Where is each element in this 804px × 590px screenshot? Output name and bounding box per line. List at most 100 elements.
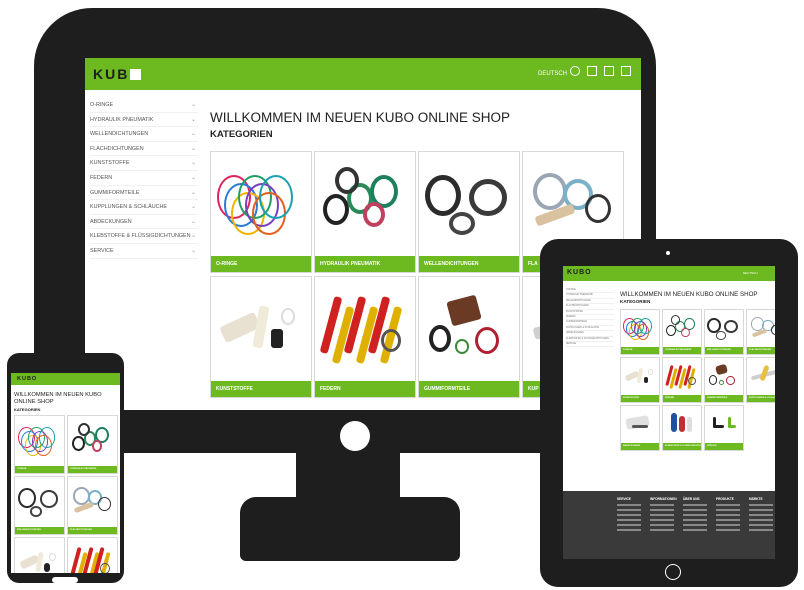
monitor-stand-base xyxy=(240,497,460,561)
category-tile-tablet[interactable]: SERVICE xyxy=(704,405,744,451)
phone-section-title: KATEGORIEN xyxy=(14,407,41,412)
tablet-logo[interactable]: KUBO xyxy=(567,269,592,276)
category-label: KUNSTSTOFFE xyxy=(211,381,311,397)
footer-link[interactable] xyxy=(716,519,740,521)
footer-link[interactable] xyxy=(617,504,641,506)
category-tile-phone[interactable]: WELLENDICHTUNGEN xyxy=(14,476,65,535)
footer-link[interactable] xyxy=(683,509,707,511)
footer-link[interactable] xyxy=(617,524,641,526)
footer-link[interactable] xyxy=(716,529,740,531)
footer-column: MÄRKTE xyxy=(749,497,775,531)
category-tile[interactable]: GUMMIFORMTEILE xyxy=(418,276,520,398)
footer-link[interactable] xyxy=(650,504,674,506)
footer-link[interactable] xyxy=(683,519,707,521)
sidebar-item[interactable]: FEDERN ⌄ xyxy=(90,171,198,186)
cart-icon[interactable] xyxy=(621,66,631,76)
tablet-language-selector[interactable]: DEUTSCH xyxy=(743,271,758,275)
category-image xyxy=(747,358,775,395)
footer-link[interactable] xyxy=(617,529,641,531)
category-tile-tablet[interactable]: GUMMIFORMTEILE xyxy=(704,357,744,403)
phone-logo[interactable]: KUBO xyxy=(17,376,37,382)
footer-link[interactable] xyxy=(650,519,674,521)
category-image xyxy=(705,358,743,395)
footer-link[interactable] xyxy=(749,524,773,526)
category-image xyxy=(663,310,701,347)
category-tile-phone[interactable]: O-RINGE xyxy=(14,415,65,474)
footer-link[interactable] xyxy=(749,509,773,511)
category-tile-phone[interactable]: KUNSTSTOFFE xyxy=(14,537,65,573)
footer-link[interactable] xyxy=(749,514,773,516)
tablet-sidebar-item[interactable]: SERVICE xyxy=(566,342,614,348)
category-image xyxy=(15,477,64,527)
category-tile-tablet[interactable]: ABDECKUNGEN xyxy=(620,405,660,451)
category-tile[interactable]: FEDERN xyxy=(314,276,416,398)
category-image xyxy=(663,406,701,443)
search-icon[interactable] xyxy=(570,66,580,76)
category-tile-tablet[interactable]: HYDRAULIK PNEUMATIK xyxy=(662,309,702,355)
footer-link[interactable] xyxy=(683,529,707,531)
footer-link[interactable] xyxy=(749,529,773,531)
sidebar-item[interactable]: SERVICE ⌄ xyxy=(90,244,198,259)
category-tile[interactable]: HYDRAULIK PNEUMATIK xyxy=(314,151,416,273)
category-tile-phone[interactable]: FEDERN xyxy=(67,537,118,573)
sidebar-item[interactable]: KUNSTSTOFFE ⌄ xyxy=(90,156,198,171)
tablet-camera xyxy=(666,251,670,255)
category-tile[interactable]: O-RINGE xyxy=(210,151,312,273)
category-tile-tablet[interactable]: KLEBSTOFFE & FLÜSSIGDICHTUNGEN xyxy=(662,405,702,451)
sidebar-item[interactable]: O-RINGE ⌄ xyxy=(90,98,198,113)
footer-link[interactable] xyxy=(749,519,773,521)
sidebar-item-label: FEDERN xyxy=(90,174,113,181)
chevron-down-icon: ⌄ xyxy=(190,174,196,181)
phone-home-button xyxy=(52,577,78,583)
category-label: WELLENDICHTUNGEN xyxy=(419,256,519,272)
category-tile-phone[interactable]: HYDRAULIK PNEUMATIK xyxy=(67,415,118,474)
sidebar-item[interactable]: FLACHDICHTUNGEN ⌄ xyxy=(90,142,198,157)
category-label: WELLENDICHTUNGEN xyxy=(15,527,64,534)
sidebar-item[interactable]: GUMMIFORMTEILE ⌄ xyxy=(90,186,198,201)
category-tile-phone[interactable]: FLACHDICHTUNGEN xyxy=(67,476,118,535)
sidebar-item[interactable]: HYDRAULIK PNEUMATIK ⌄ xyxy=(90,113,198,128)
chevron-down-icon: ⌄ xyxy=(190,145,196,152)
footer-link[interactable] xyxy=(683,504,707,506)
footer-link[interactable] xyxy=(617,519,641,521)
footer-heading: SERVICE xyxy=(617,497,631,501)
footer-link[interactable] xyxy=(716,524,740,526)
footer-link[interactable] xyxy=(716,509,740,511)
category-label: FEDERN xyxy=(315,381,415,397)
chevron-down-icon: ⌄ xyxy=(190,102,196,108)
footer-heading: ÜBER UNS xyxy=(683,497,700,501)
category-tile-tablet[interactable]: WELLENDICHTUNGEN xyxy=(704,309,744,355)
footer-link[interactable] xyxy=(716,504,740,506)
footer-link[interactable] xyxy=(716,514,740,516)
category-image xyxy=(747,310,775,347)
footer-link[interactable] xyxy=(650,514,674,516)
footer-link[interactable] xyxy=(683,514,707,516)
category-image xyxy=(211,152,311,256)
category-tile-tablet[interactable]: O-RINGE xyxy=(620,309,660,355)
category-tile-tablet[interactable]: KUPPLUNGEN & SCHLÄUCHE xyxy=(746,357,775,403)
category-image xyxy=(68,538,117,573)
sidebar-item-label: O-RINGE xyxy=(90,102,114,108)
category-tile-tablet[interactable]: FEDERN xyxy=(662,357,702,403)
user-icon[interactable] xyxy=(587,66,597,76)
category-tile-tablet[interactable]: FLACHDICHTUNGEN xyxy=(746,309,775,355)
category-tile[interactable]: KUNSTSTOFFE xyxy=(210,276,312,398)
sidebar-item[interactable]: ABDECKUNGEN ⌄ xyxy=(90,215,198,230)
footer-link[interactable] xyxy=(617,514,641,516)
sidebar-item-label: HYDRAULIK PNEUMATIK xyxy=(90,116,154,123)
category-tile-tablet[interactable]: KUNSTSTOFFE xyxy=(620,357,660,403)
sidebar-item[interactable]: KUPPLUNGEN & SCHLÄUCHE ⌄ xyxy=(90,200,198,215)
document-icon[interactable] xyxy=(604,66,614,76)
category-label: GUMMIFORMTEILE xyxy=(705,395,743,402)
footer-link[interactable] xyxy=(650,524,674,526)
sidebar-item[interactable]: WELLENDICHTUNGEN ⌄ xyxy=(90,127,198,142)
category-tile[interactable]: WELLENDICHTUNGEN xyxy=(418,151,520,273)
footer-link[interactable] xyxy=(617,509,641,511)
footer-link[interactable] xyxy=(650,509,674,511)
sidebar-item[interactable]: KLEBSTOFFE & FLÜSSIGDICHTUNGEN ⌄ xyxy=(90,229,198,244)
language-selector[interactable]: DEUTSCH xyxy=(538,71,567,77)
footer-link[interactable] xyxy=(650,529,674,531)
footer-link[interactable] xyxy=(749,504,773,506)
footer-link[interactable] xyxy=(683,524,707,526)
logo[interactable]: KUB xyxy=(93,66,142,82)
